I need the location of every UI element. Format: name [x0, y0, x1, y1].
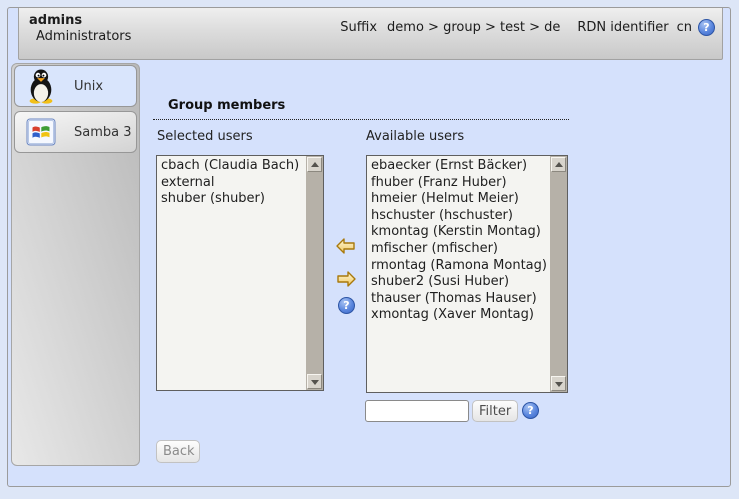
list-item[interactable]: rmontag (Ramona Montag)	[371, 258, 550, 275]
filter-help-icon[interactable]: ?	[522, 402, 539, 419]
module-sidebar: Unix Samba 3	[11, 63, 140, 466]
scroll-up-button[interactable]	[307, 157, 322, 172]
list-item[interactable]: shuber (shuber)	[161, 191, 306, 208]
main-window: admins Administrators Suffix demo > grou…	[7, 7, 731, 487]
list-item[interactable]: hmeier (Helmut Meier)	[371, 191, 550, 208]
header-identity: admins Administrators	[29, 13, 131, 45]
list-item[interactable]: hschuster (hschuster)	[371, 208, 550, 225]
available-users-listbox[interactable]: ebaecker (Ernst Bäcker)fhuber (Franz Hub…	[366, 155, 568, 393]
arrow-left-icon	[336, 237, 356, 255]
header-bar: admins Administrators Suffix demo > grou…	[18, 8, 723, 60]
suffix-label: Suffix	[340, 20, 377, 35]
tab-unix[interactable]: Unix	[14, 65, 137, 107]
filter-input[interactable]	[365, 400, 469, 422]
triangle-down-icon	[311, 380, 319, 385]
selected-users-scrollbar[interactable]	[306, 156, 323, 390]
tab-unix-label: Unix	[74, 79, 103, 94]
available-users-scrollbar[interactable]	[550, 156, 567, 392]
rdn-help-icon[interactable]: ?	[698, 19, 715, 36]
list-item[interactable]: thauser (Thomas Hauser)	[371, 291, 550, 308]
selected-users-label: Selected users	[157, 129, 253, 144]
arrow-right-icon	[336, 270, 356, 288]
triangle-up-icon	[311, 162, 319, 167]
list-item[interactable]: kmontag (Kerstin Montag)	[371, 224, 550, 241]
windows-logo-icon	[26, 118, 56, 146]
list-item[interactable]: shuber2 (Susi Huber)	[371, 274, 550, 291]
list-item[interactable]: ebaecker (Ernst Bäcker)	[371, 158, 550, 175]
scroll-down-button[interactable]	[307, 374, 322, 389]
members-help-icon[interactable]: ?	[338, 297, 355, 314]
list-item[interactable]: fhuber (Franz Huber)	[371, 175, 550, 192]
list-item[interactable]: external	[161, 175, 306, 192]
page-title: admins	[29, 13, 131, 29]
section-title-group-members: Group members	[153, 98, 569, 120]
selected-users-listbox[interactable]: cbach (Claudia Bach)externalshuber (shub…	[156, 155, 324, 391]
triangle-down-icon	[555, 382, 563, 387]
rdn-identifier-value: cn	[677, 20, 692, 35]
suffix-breadcrumb: demo > group > test > de	[387, 20, 560, 35]
tab-samba-3[interactable]: Samba 3	[14, 111, 137, 153]
rdn-identifier-label: RDN identifier	[577, 20, 668, 35]
tux-penguin-icon	[26, 68, 56, 104]
scroll-up-button[interactable]	[551, 157, 566, 172]
available-users-list: ebaecker (Ernst Bäcker)fhuber (Franz Hub…	[367, 156, 550, 392]
header-meta: Suffix demo > group > test > de RDN iden…	[340, 19, 715, 36]
list-item[interactable]: cbach (Claudia Bach)	[161, 158, 306, 175]
available-users-label: Available users	[366, 129, 464, 144]
filter-button[interactable]: Filter	[472, 400, 518, 422]
scroll-down-button[interactable]	[551, 376, 566, 391]
add-users-button[interactable]	[336, 237, 356, 255]
selected-users-list: cbach (Claudia Bach)externalshuber (shub…	[157, 156, 306, 390]
list-item[interactable]: xmontag (Xaver Montag)	[371, 307, 550, 324]
remove-users-button[interactable]	[336, 270, 356, 288]
list-item[interactable]: mfischer (mfischer)	[371, 241, 550, 258]
page-subtitle: Administrators	[29, 29, 131, 45]
back-button[interactable]: Back	[156, 440, 200, 463]
triangle-up-icon	[555, 162, 563, 167]
tab-samba-3-label: Samba 3	[74, 125, 132, 140]
